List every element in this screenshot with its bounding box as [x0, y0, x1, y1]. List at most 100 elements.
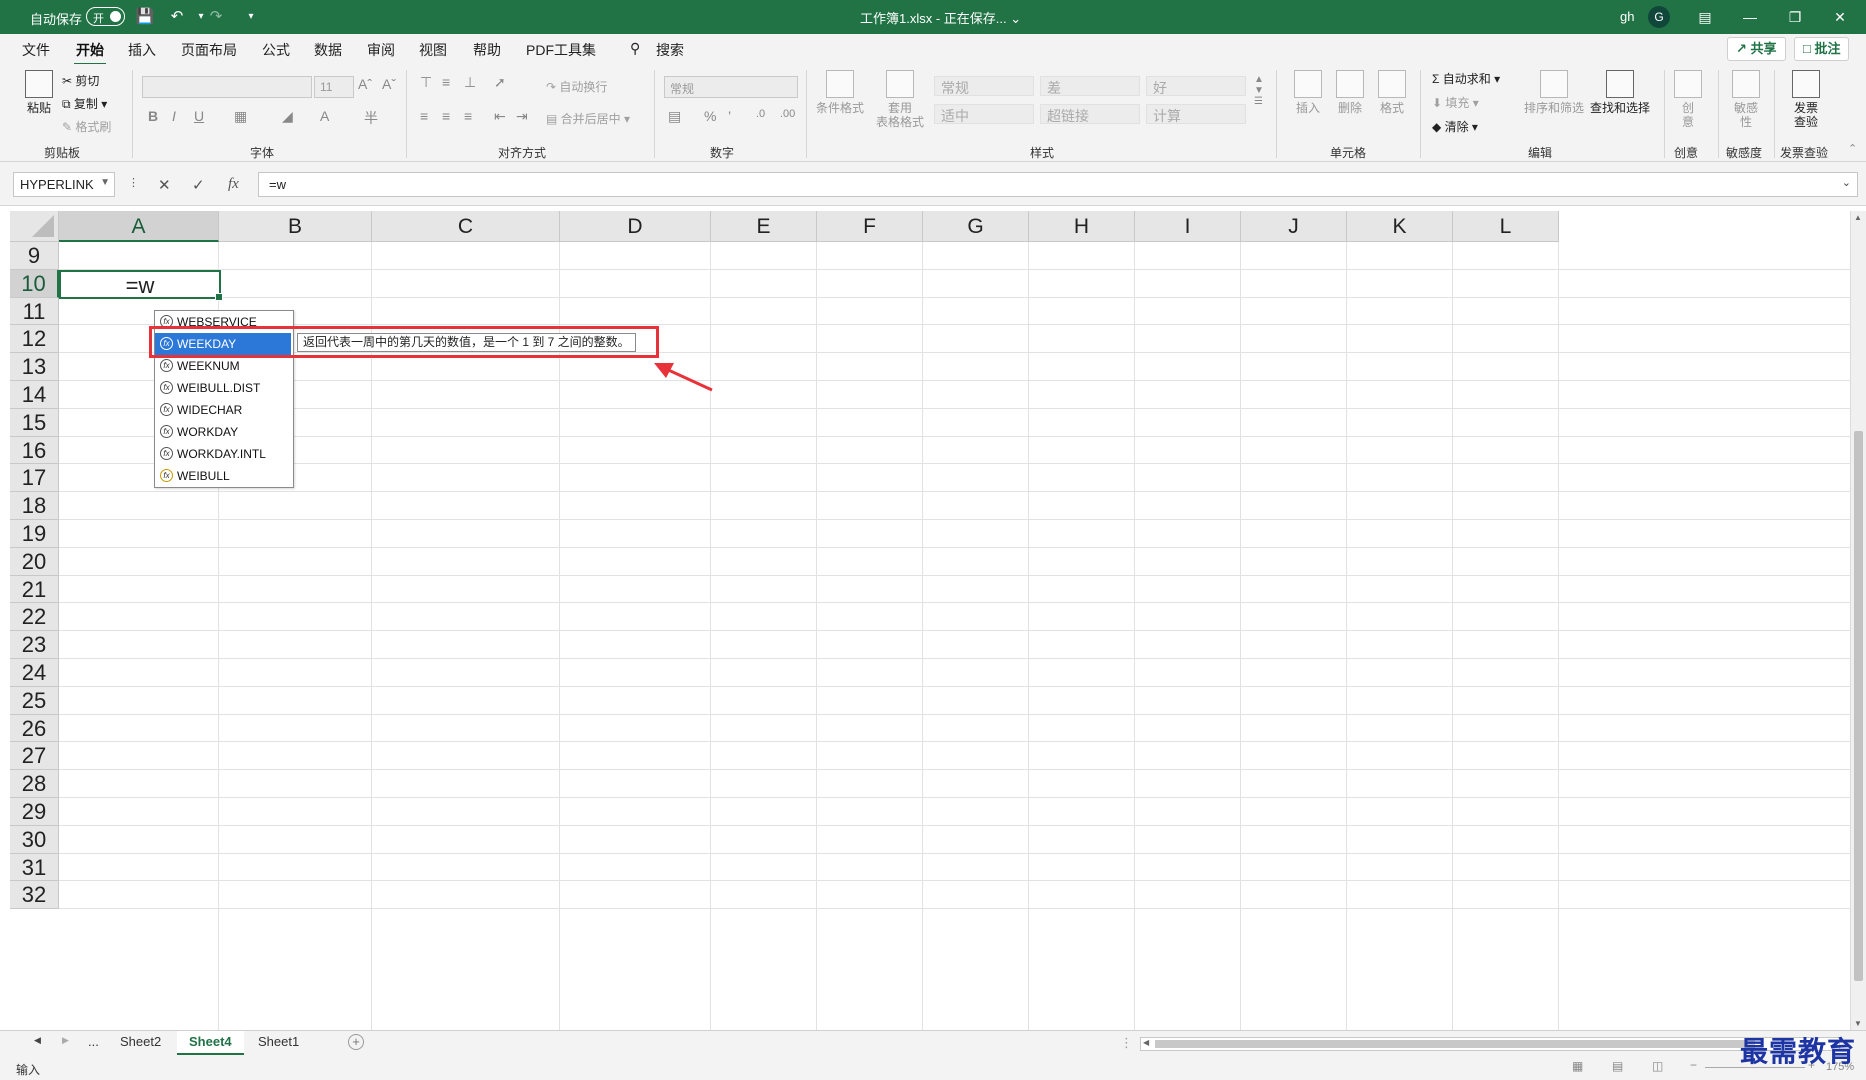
row-header-19[interactable]: 19 — [10, 520, 59, 548]
search-icon[interactable]: ⚲ — [630, 40, 640, 57]
column-header-c[interactable]: C — [372, 211, 560, 242]
prev-sheet-icon[interactable]: ◀ — [34, 1035, 41, 1046]
row-header-9[interactable]: 9 — [10, 242, 59, 270]
increase-decimal-icon[interactable]: .0 — [756, 108, 765, 120]
align-top-icon[interactable]: ⊤ — [420, 74, 432, 91]
column-header-b[interactable]: B — [219, 211, 372, 242]
row-header-14[interactable]: 14 — [10, 381, 59, 409]
vertical-scrollbar[interactable]: ▲ ▼ — [1850, 211, 1866, 1030]
column-header-d[interactable]: D — [560, 211, 711, 242]
row-header-26[interactable]: 26 — [10, 714, 59, 743]
decrease-decimal-icon[interactable]: .00 — [780, 108, 795, 120]
fill-color-icon[interactable]: ◢ — [282, 108, 293, 125]
formula-input[interactable]: =w ⌄ — [258, 172, 1858, 197]
sheet-tab-sheet1[interactable]: Sheet1 — [246, 1031, 311, 1055]
autocomplete-item-weeknum[interactable]: fx WEEKNUM — [155, 355, 291, 377]
autocomplete-item-weibull[interactable]: fx WEIBULL — [155, 465, 291, 487]
row-header-17[interactable]: 17 — [10, 464, 59, 493]
undo-icon[interactable]: ↶ — [166, 7, 188, 27]
tab-insert[interactable]: 插入 — [128, 40, 156, 60]
row-header-24[interactable]: 24 — [10, 659, 59, 687]
merge-center-button[interactable]: ▤ 合并后居中 ▾ — [546, 110, 630, 127]
tab-pdf-tools[interactable]: PDF工具集 — [526, 40, 596, 60]
autocomplete-item-workday-intl[interactable]: fx WORKDAY.INTL — [155, 443, 291, 465]
horizontal-scrollbar[interactable]: ◀ — [1140, 1037, 1840, 1051]
row-header-10[interactable]: 10 — [10, 269, 59, 298]
insert-function-icon[interactable]: fx — [228, 176, 239, 193]
row-header-16[interactable]: 16 — [10, 436, 59, 465]
row-header-13[interactable]: 13 — [10, 353, 59, 381]
collapse-ribbon-icon[interactable]: ⌃ — [1848, 142, 1857, 155]
tab-data[interactable]: 数据 — [314, 40, 342, 60]
fill-button[interactable]: ⬇ 填充 ▾ — [1432, 94, 1479, 111]
row-header-20[interactable]: 20 — [10, 547, 59, 576]
scroll-up-icon[interactable]: ▲ — [1854, 213, 1862, 222]
style-neutral[interactable]: 适中 — [934, 104, 1034, 124]
italic-icon[interactable]: I — [172, 108, 176, 124]
normal-view-icon[interactable]: ▦ — [1572, 1059, 1583, 1073]
borders-icon[interactable]: ▦ — [234, 108, 247, 125]
close-icon[interactable]: ✕ — [1825, 5, 1855, 29]
column-header-f[interactable]: F — [817, 211, 923, 242]
row-header-32[interactable]: 32 — [10, 881, 59, 910]
align-middle-icon[interactable]: ≡ — [442, 74, 450, 90]
select-all-button[interactable] — [10, 211, 59, 242]
row-header-21[interactable]: 21 — [10, 575, 59, 604]
tab-home[interactable]: 开始 — [74, 40, 106, 66]
wrap-text-button[interactable]: ↷ 自动换行 — [546, 78, 607, 95]
autocomplete-item-widechar[interactable]: fx WIDECHAR — [155, 399, 291, 421]
tab-page-layout[interactable]: 页面布局 — [181, 40, 237, 60]
comment-button[interactable]: □ 批注 — [1794, 37, 1850, 61]
font-color-icon[interactable]: A — [320, 108, 329, 124]
percent-icon[interactable]: % — [704, 108, 716, 124]
align-bottom-icon[interactable]: ⊥ — [464, 74, 476, 91]
font-size-combo[interactable]: 11 — [314, 76, 354, 98]
column-header-j[interactable]: J — [1241, 211, 1347, 242]
orientation-icon[interactable]: ➚ — [494, 74, 506, 91]
ribbon-display-icon[interactable]: ▤ — [1690, 5, 1720, 29]
autocomplete-item-weibull-dist[interactable]: fx WEIBULL.DIST — [155, 377, 291, 399]
clear-button[interactable]: ◆ 清除 ▾ — [1432, 118, 1478, 135]
row-header-15[interactable]: 15 — [10, 408, 59, 437]
bold-icon[interactable]: B — [148, 108, 158, 124]
save-icon[interactable]: 💾 — [134, 7, 156, 27]
accounting-icon[interactable]: ▤ — [668, 108, 681, 125]
column-header-g[interactable]: G — [923, 211, 1029, 242]
align-right-icon[interactable]: ≡ — [464, 108, 472, 124]
row-header-12[interactable]: 12 — [10, 325, 59, 354]
align-left-icon[interactable]: ≡ — [420, 108, 428, 124]
row-header-28[interactable]: 28 — [10, 770, 59, 798]
autocomplete-item-workday[interactable]: fx WORKDAY — [155, 421, 291, 443]
search-box[interactable]: 搜索 — [656, 40, 684, 60]
sheet-tab-sheet2[interactable]: Sheet2 — [108, 1031, 173, 1055]
row-header-22[interactable]: 22 — [10, 603, 59, 632]
decrease-font-icon[interactable]: Aˇ — [382, 76, 396, 92]
format-as-table-button[interactable]: 套用 表格格式 — [870, 70, 930, 129]
row-header-11[interactable]: 11 — [10, 297, 59, 326]
row-header-23[interactable]: 23 — [10, 631, 59, 659]
row-header-30[interactable]: 30 — [10, 825, 59, 854]
style-bad[interactable]: 差 — [1040, 76, 1140, 96]
zoom-out-icon[interactable]: − — [1690, 1058, 1697, 1072]
column-header-l[interactable]: L — [1453, 211, 1559, 242]
sheet-tab-sheet4[interactable]: Sheet4 — [177, 1031, 244, 1055]
page-layout-view-icon[interactable]: ▤ — [1612, 1059, 1623, 1073]
scroll-left-icon[interactable]: ◀ — [1143, 1038, 1149, 1047]
paste-button[interactable]: 粘贴 — [22, 70, 56, 115]
row-header-25[interactable]: 25 — [10, 686, 59, 715]
style-calculation[interactable]: 计算 — [1146, 104, 1246, 124]
find-select-button[interactable]: 查找和选择 — [1588, 70, 1652, 115]
tab-view[interactable]: 视图 — [419, 40, 447, 60]
autosave-toggle[interactable]: 开 — [86, 7, 125, 26]
tab-review[interactable]: 审阅 — [367, 40, 395, 60]
customize-toolbar-icon[interactable]: ▾ — [240, 7, 262, 27]
cancel-icon[interactable]: ✕ — [158, 176, 171, 194]
creative-button[interactable]: 创 意 — [1670, 70, 1706, 129]
sort-filter-button[interactable]: 排序和筛选 — [1522, 70, 1586, 115]
format-painter-button[interactable]: ✎ 格式刷 — [62, 118, 111, 135]
cut-button[interactable]: ✂ 剪切 — [62, 72, 99, 89]
next-sheet-icon[interactable]: ▶ — [62, 1035, 69, 1046]
chevron-down-icon[interactable]: ▼ — [100, 177, 110, 188]
add-sheet-icon[interactable]: + — [348, 1034, 364, 1050]
restore-icon[interactable]: ❐ — [1780, 5, 1810, 29]
